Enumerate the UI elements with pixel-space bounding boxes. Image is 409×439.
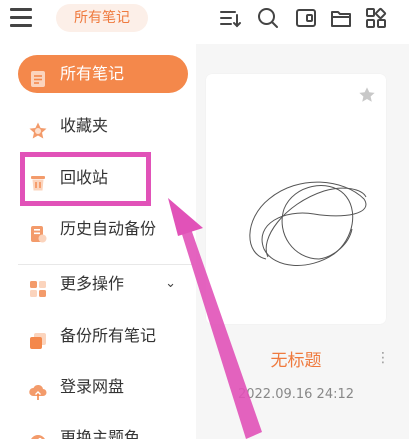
star-icon[interactable] — [358, 86, 376, 104]
sidebar-item-label: 收藏夹 — [60, 116, 109, 135]
sidebar-item-theme-color[interactable]: 更换主题色 — [18, 419, 188, 439]
top-bar: 所有笔记 — [0, 0, 409, 38]
sort-icon[interactable] — [218, 6, 242, 30]
note-title[interactable]: 无标题 — [196, 346, 396, 371]
handwriting-sketch — [249, 181, 367, 266]
sidebar-item-label: 所有笔记 — [60, 64, 125, 83]
sidebar-item-label: 备份所有笔记 — [60, 326, 157, 345]
annotation-highlight-box — [20, 152, 151, 206]
sidebar-item-label: 历史自动备份 — [60, 219, 157, 238]
sidebar-item-cloud-login[interactable]: 登录网盘 — [18, 368, 188, 406]
sidebar-item-favorites[interactable]: 收藏夹 — [18, 107, 188, 145]
more-options-icon[interactable]: ⋮ — [376, 350, 390, 366]
grid-icon[interactable] — [364, 6, 388, 30]
history-backup-icon — [28, 220, 48, 243]
chevron-down-icon[interactable]: ⌄ — [165, 265, 176, 303]
cloud-login-icon — [28, 378, 48, 400]
more-actions-icon — [28, 275, 48, 297]
folder-chip[interactable]: 所有笔记 — [56, 4, 148, 32]
sidebar-item-label: 更多操作 — [60, 274, 125, 293]
theme-color-icon — [28, 429, 48, 439]
sidebar-item-all-notes[interactable]: 所有笔记 — [18, 55, 188, 93]
sidebar-item-more-actions[interactable]: 更多操作 ⌄ — [18, 265, 188, 303]
notes-grid: 无标题 ⋮ 2022.09.16 24:12 — [196, 44, 409, 439]
sidebar-item-history-backup[interactable]: 历史自动备份 — [18, 210, 188, 248]
sidebar-item-label: 更换主题色 — [60, 428, 141, 439]
sidebar-item-backup-all[interactable]: 备份所有笔记 — [18, 317, 188, 355]
notes-icon — [28, 65, 48, 87]
folder-icon[interactable] — [329, 6, 353, 30]
backup-all-icon — [28, 327, 48, 349]
sidebar: 所有笔记 收藏夹 回收站 历史自动备份 更多操作 ⌄ 备份所有笔记 登录网盘 更… — [0, 44, 196, 439]
sidebar-item-label: 登录网盘 — [60, 377, 125, 396]
favorites-star-icon — [28, 117, 48, 139]
note-date: 2022.09.16 24:12 — [237, 387, 355, 402]
toggle-view-icon[interactable] — [294, 6, 318, 30]
search-icon[interactable] — [256, 6, 280, 30]
menu-icon[interactable] — [10, 7, 34, 29]
note-card[interactable] — [206, 74, 386, 324]
